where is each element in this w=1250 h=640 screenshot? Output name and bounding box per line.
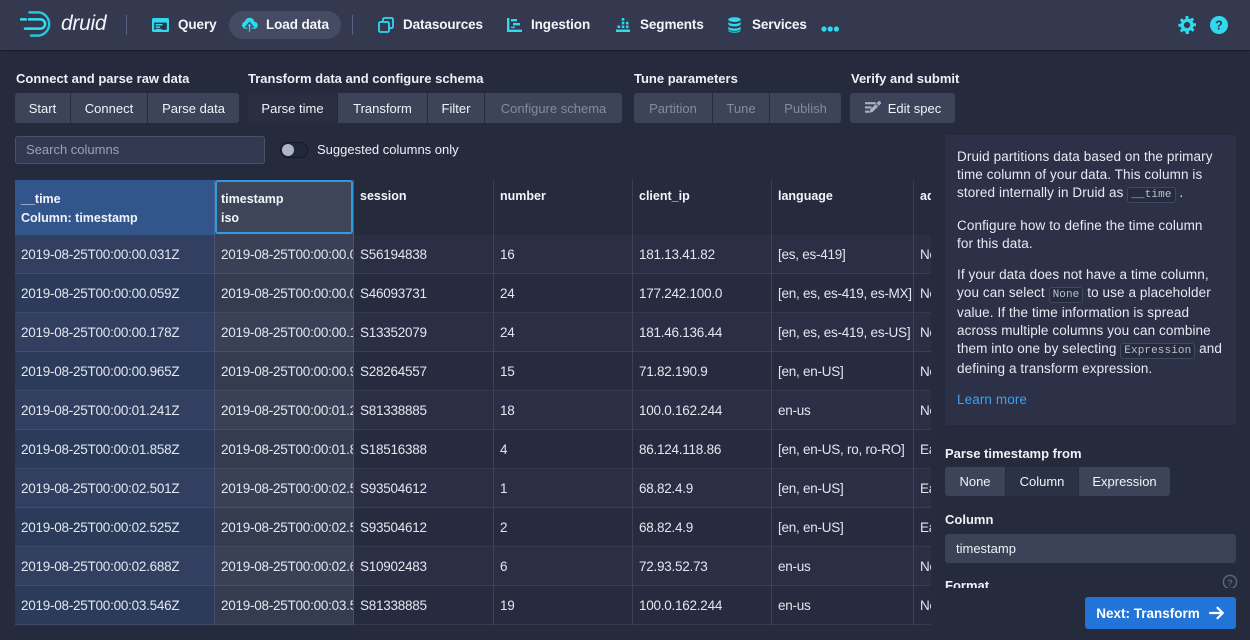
svg-text:?: ? (1227, 578, 1233, 588)
svg-text:?: ? (1215, 18, 1223, 32)
